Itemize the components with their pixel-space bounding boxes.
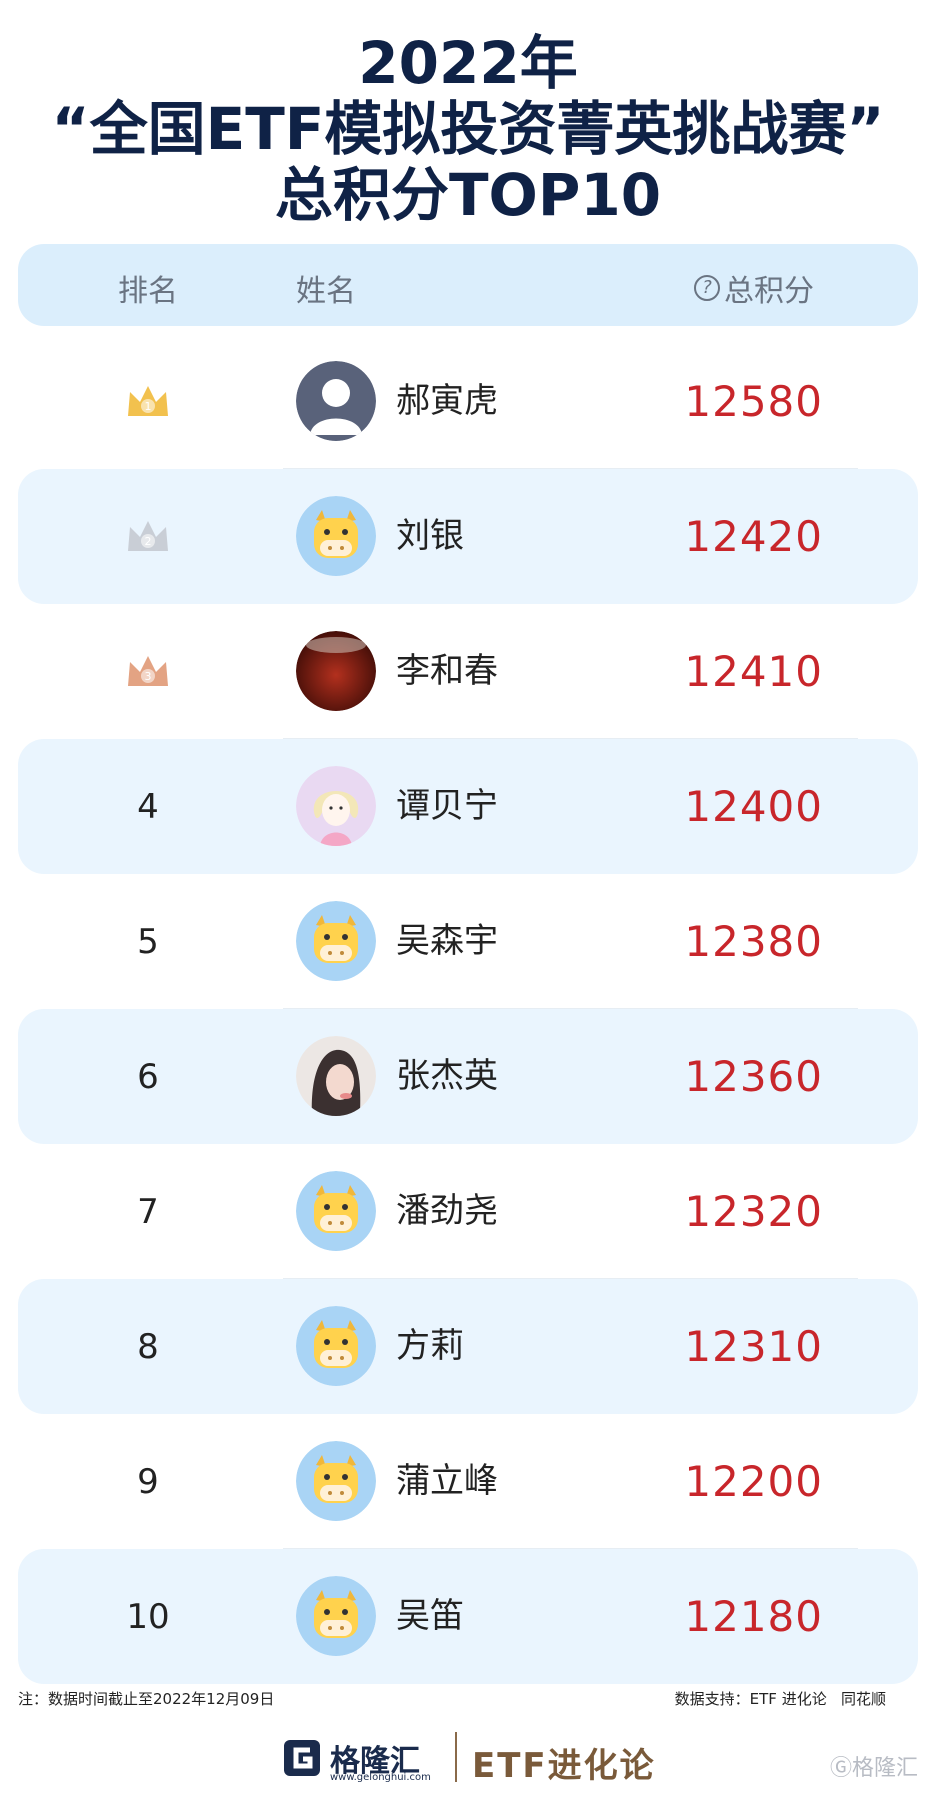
gelonghui-icon [284, 1740, 320, 1776]
total-score: 12400 [684, 782, 823, 831]
total-score: 12580 [684, 377, 823, 426]
question-circle-icon[interactable]: ? [694, 275, 720, 301]
player-name: 张杰英 [396, 1056, 498, 1096]
rank-cell: 9 [137, 1461, 159, 1502]
svg-text:3: 3 [145, 670, 152, 683]
avatar [296, 361, 376, 441]
avatar [296, 1306, 376, 1386]
total-score: 12380 [684, 917, 823, 966]
crown-icon: 3 [128, 655, 168, 686]
ranking-list: 1 郝寅虎 12580 2 刘银 12420 3 李和春 12410 4 谭贝宁 12400 5 吴森宇 1… [18, 334, 918, 1684]
rank-cell: 6 [137, 1056, 159, 1097]
player-name: 潘劲尧 [396, 1191, 498, 1231]
svg-text:2: 2 [145, 535, 152, 548]
header-rank: 排名 [118, 274, 178, 309]
total-score: 12410 [684, 647, 823, 696]
footnote-support: 数据支持：ETF 进化论 同花顺 [674, 1690, 886, 1708]
svg-text:1: 1 [145, 400, 152, 413]
header-score-label: 总积分 [724, 274, 814, 309]
crown-icon: 2 [128, 520, 168, 551]
player-name: 蒲立峰 [396, 1461, 498, 1501]
player-name: 郝寅虎 [396, 381, 498, 421]
rank-cell: 7 [137, 1191, 159, 1232]
ranking-row: 4 谭贝宁 12400 [18, 739, 918, 874]
rank-cell: 3 [98, 604, 198, 739]
avatar [296, 766, 376, 846]
watermark-icon: Ⓖ [829, 1756, 852, 1781]
title-line-1: 2022年 [358, 29, 578, 97]
avatar [296, 901, 376, 981]
ranking-row: 2 刘银 12420 [18, 469, 918, 604]
rank-cell: 5 [137, 921, 159, 962]
ranking-row: 3 李和春 12410 [18, 604, 918, 739]
rank-cell: 4 [137, 786, 159, 827]
ranking-row: 6 张杰英 12360 [18, 1009, 918, 1144]
ranking-row: 5 吴森宇 12380 [18, 874, 918, 1009]
player-name: 方莉 [396, 1326, 464, 1366]
ranking-row: 10 吴笛 12180 [18, 1549, 918, 1684]
ranking-row: 7 潘劲尧 12320 [18, 1144, 918, 1279]
avatar [296, 1036, 376, 1116]
crown-icon: 1 [128, 385, 168, 416]
gelonghui-url: www.gelonghui.com [330, 1772, 431, 1783]
player-name: 吴森宇 [396, 921, 498, 961]
rank-cell: 2 [98, 469, 198, 604]
table-header: 排名 姓名 ? 总积分 [18, 244, 918, 326]
rank-cell: 1 [98, 334, 198, 469]
avatar [296, 1576, 376, 1656]
player-name: 李和春 [396, 651, 498, 691]
total-score: 12180 [684, 1592, 823, 1641]
ranking-row: 1 郝寅虎 12580 [18, 334, 918, 469]
player-name: 谭贝宁 [396, 786, 498, 826]
total-score: 12200 [684, 1457, 823, 1506]
watermark-text: 格隆汇 [851, 1756, 918, 1781]
page-title: 2022年 “全国ETF模拟投资菁英挑战赛” 总积分TOP10 [0, 30, 936, 228]
total-score: 12420 [684, 512, 823, 561]
player-name: 刘银 [396, 516, 464, 556]
etf-logo-text: ETF进化论 [472, 1746, 656, 1786]
avatar [296, 496, 376, 576]
footer-logos: 格隆汇 www.gelonghui.com ETF进化论 Ⓖ格隆汇 [0, 1728, 936, 1788]
ranking-row: 9 蒲立峰 12200 [18, 1414, 918, 1549]
logo-divider [455, 1732, 457, 1782]
total-score: 12360 [684, 1052, 823, 1101]
title-line-3: 总积分TOP10 [274, 161, 662, 229]
player-name: 吴笛 [396, 1596, 464, 1636]
footnote-date: 注：数据时间截止至2022年12月09日 [18, 1690, 275, 1708]
avatar [296, 1441, 376, 1521]
rank-cell: 8 [137, 1326, 159, 1367]
avatar [296, 631, 376, 711]
title-line-2: “全国ETF模拟投资菁英挑战赛” [51, 95, 885, 163]
watermark: Ⓖ格隆汇 [830, 1750, 918, 1782]
avatar [296, 1171, 376, 1251]
header-name: 姓名 [296, 274, 356, 309]
header-score[interactable]: ? 总积分 [694, 266, 814, 310]
total-score: 12320 [684, 1187, 823, 1236]
ranking-row: 8 方莉 12310 [18, 1279, 918, 1414]
rank-cell: 10 [126, 1596, 170, 1637]
total-score: 12310 [684, 1322, 823, 1371]
